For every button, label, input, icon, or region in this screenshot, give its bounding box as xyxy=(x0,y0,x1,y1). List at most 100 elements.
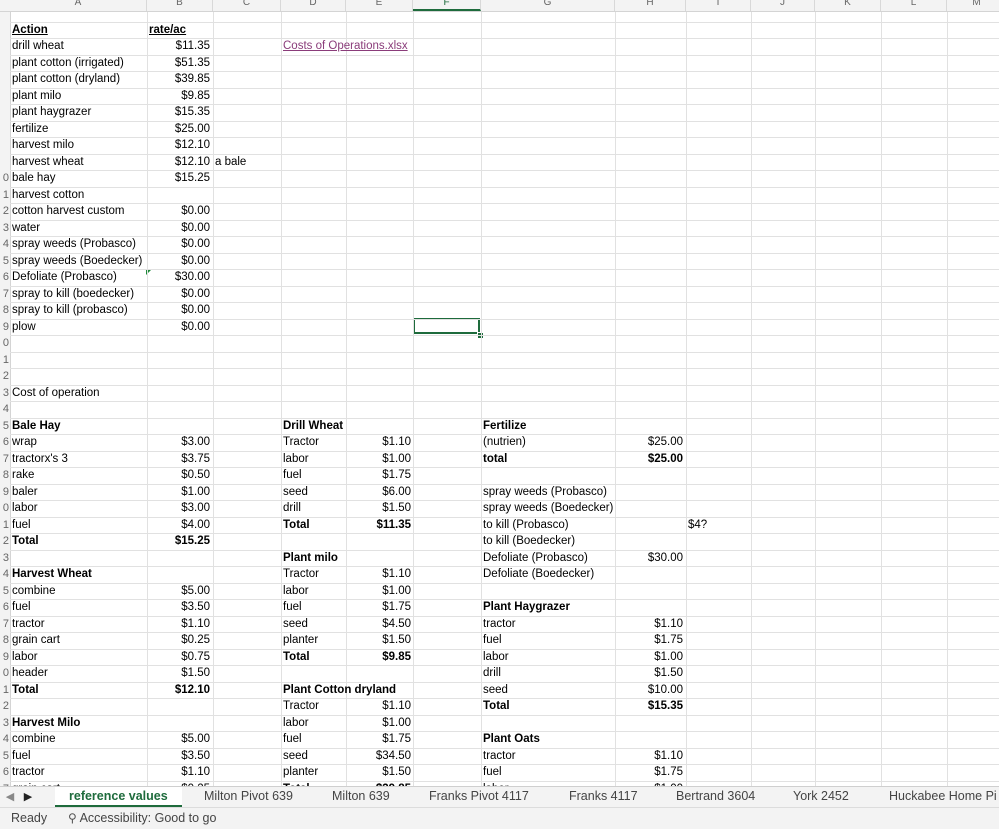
row-number[interactable]: 0 xyxy=(0,665,9,681)
reference-action[interactable]: spray to kill (boedecker) xyxy=(12,286,145,302)
block-item-value[interactable]: $1.00 xyxy=(348,715,411,731)
spray-item[interactable]: spray weeds (Boedecker) xyxy=(483,500,613,516)
block-item-value[interactable]: $1.00 xyxy=(348,583,411,599)
row-number[interactable]: 3 xyxy=(0,220,9,236)
row-number[interactable]: 8 xyxy=(0,632,9,648)
block-item-value[interactable]: $1.10 xyxy=(617,748,683,764)
reference-note[interactable] xyxy=(215,137,275,153)
row-number[interactable]: 7 xyxy=(0,451,9,467)
block-item-value[interactable]: $5.00 xyxy=(149,731,210,747)
reference-action[interactable]: fertilize xyxy=(12,121,145,137)
block-item-value[interactable]: $1.75 xyxy=(617,764,683,780)
reference-rate[interactable]: $25.00 xyxy=(149,121,210,137)
reference-action[interactable]: Defoliate (Probasco) xyxy=(12,269,145,285)
column-header-a[interactable]: A xyxy=(10,0,147,11)
block-item-label[interactable]: Total xyxy=(283,517,346,533)
reference-rate[interactable]: $0.00 xyxy=(149,236,210,252)
block-item-label[interactable]: labor xyxy=(283,583,346,599)
reference-action[interactable]: plow xyxy=(12,319,145,335)
reference-action[interactable]: drill wheat xyxy=(12,38,145,54)
row-number[interactable] xyxy=(0,55,9,71)
block-item-label[interactable]: tractor xyxy=(12,616,145,632)
block-item-label[interactable]: fuel xyxy=(283,467,346,483)
spray-item[interactable]: spray weeds (Probasco) xyxy=(483,484,613,500)
column-header-h[interactable]: H xyxy=(615,0,686,11)
column-header-l[interactable]: L xyxy=(881,0,947,11)
reference-action[interactable]: spray weeds (Probasco) xyxy=(12,236,145,252)
row-number[interactable]: 5 xyxy=(0,583,9,599)
row-number[interactable]: 0 xyxy=(0,170,9,186)
reference-action[interactable]: spray weeds (Boedecker) xyxy=(12,253,145,269)
block-item-value[interactable]: $0.50 xyxy=(149,467,210,483)
block-item-label[interactable]: total xyxy=(483,451,613,467)
block-item-label[interactable]: Total xyxy=(12,682,145,698)
spray-item[interactable]: to kill (Probasco) xyxy=(483,517,613,533)
block-item-value[interactable]: $1.75 xyxy=(348,467,411,483)
block-item-label[interactable]: fuel xyxy=(483,632,613,648)
sheet-tab[interactable]: reference values xyxy=(55,787,182,807)
row-number[interactable] xyxy=(0,22,9,38)
row-number[interactable]: 1 xyxy=(0,682,9,698)
block-item-value[interactable]: $6.00 xyxy=(348,484,411,500)
row-number[interactable] xyxy=(0,38,9,54)
reference-note[interactable] xyxy=(215,286,275,302)
reference-note[interactable] xyxy=(215,38,275,54)
reference-rate[interactable]: $0.00 xyxy=(149,286,210,302)
block-item-value[interactable]: $1.10 xyxy=(348,566,411,582)
row-number[interactable]: 0 xyxy=(0,500,9,516)
row-number[interactable]: 2 xyxy=(0,203,9,219)
spray-item[interactable]: to kill (Boedecker) xyxy=(483,533,613,549)
sheet-tab[interactable]: Huckabee Home Pi xyxy=(889,787,997,807)
block-item-value[interactable]: $0.75 xyxy=(149,649,210,665)
row-number[interactable]: 9 xyxy=(0,649,9,665)
row-number[interactable]: 1 xyxy=(0,352,9,368)
scroll-tabs-right-icon[interactable]: ▶ xyxy=(20,788,36,806)
reference-note[interactable] xyxy=(215,302,275,318)
row-number[interactable] xyxy=(0,154,9,170)
block-title[interactable]: Plant milo xyxy=(283,550,346,566)
row-number[interactable] xyxy=(0,121,9,137)
file-link[interactable]: Costs of Operations.xlsx xyxy=(283,38,413,54)
block-item-value[interactable]: $34.50 xyxy=(348,748,411,764)
block-item-value[interactable]: $1.00 xyxy=(348,451,411,467)
row-number[interactable]: 8 xyxy=(0,467,9,483)
reference-note[interactable] xyxy=(215,55,275,71)
block-title[interactable]: Plant Haygrazer xyxy=(483,599,613,615)
reference-action[interactable]: plant cotton (irrigated) xyxy=(12,55,145,71)
column-header-f[interactable]: F xyxy=(413,0,481,11)
block-item-label[interactable]: planter xyxy=(283,632,346,648)
block-item-label[interactable]: combine xyxy=(12,583,145,599)
row-number[interactable]: 5 xyxy=(0,253,9,269)
block-item-label[interactable]: seed xyxy=(483,682,613,698)
block-item-value[interactable]: $1.75 xyxy=(617,632,683,648)
block-item-value[interactable]: $4.50 xyxy=(348,616,411,632)
block-item-label[interactable]: tractorx's 3 xyxy=(12,451,145,467)
reference-rate[interactable]: $0.00 xyxy=(149,319,210,335)
reference-action[interactable]: harvest cotton xyxy=(12,187,145,203)
block-item-label[interactable]: labor xyxy=(12,649,145,665)
header-action[interactable]: Action xyxy=(12,22,142,38)
reference-action[interactable]: harvest wheat xyxy=(12,154,145,170)
block-item-value[interactable]: $3.00 xyxy=(149,434,210,450)
block-item-value[interactable]: $1.10 xyxy=(348,434,411,450)
block-item-label[interactable]: seed xyxy=(283,484,346,500)
block-item-value[interactable]: $9.85 xyxy=(348,649,411,665)
reference-rate[interactable]: $51.35 xyxy=(149,55,210,71)
row-number[interactable]: 7 xyxy=(0,286,9,302)
block-item-value[interactable]: $3.00 xyxy=(149,500,210,516)
row-number[interactable]: 7 xyxy=(0,616,9,632)
row-number[interactable]: 6 xyxy=(0,434,9,450)
column-header-g[interactable]: G xyxy=(481,0,615,11)
block-item-value[interactable]: $1.50 xyxy=(348,632,411,648)
spray-value[interactable]: $30.00 xyxy=(617,550,683,566)
block-item-value[interactable]: $1.10 xyxy=(348,698,411,714)
block-item-value[interactable]: $1.50 xyxy=(348,764,411,780)
reference-action[interactable]: harvest milo xyxy=(12,137,145,153)
block-item-value[interactable]: $3.50 xyxy=(149,748,210,764)
spray-item[interactable]: Defoliate (Boedecker) xyxy=(483,566,613,582)
reference-note[interactable] xyxy=(215,71,275,87)
block-item-label[interactable]: tractor xyxy=(483,748,613,764)
row-number[interactable]: 2 xyxy=(0,368,9,384)
block-item-value[interactable]: $1.10 xyxy=(149,764,210,780)
row-number[interactable]: 3 xyxy=(0,385,9,401)
